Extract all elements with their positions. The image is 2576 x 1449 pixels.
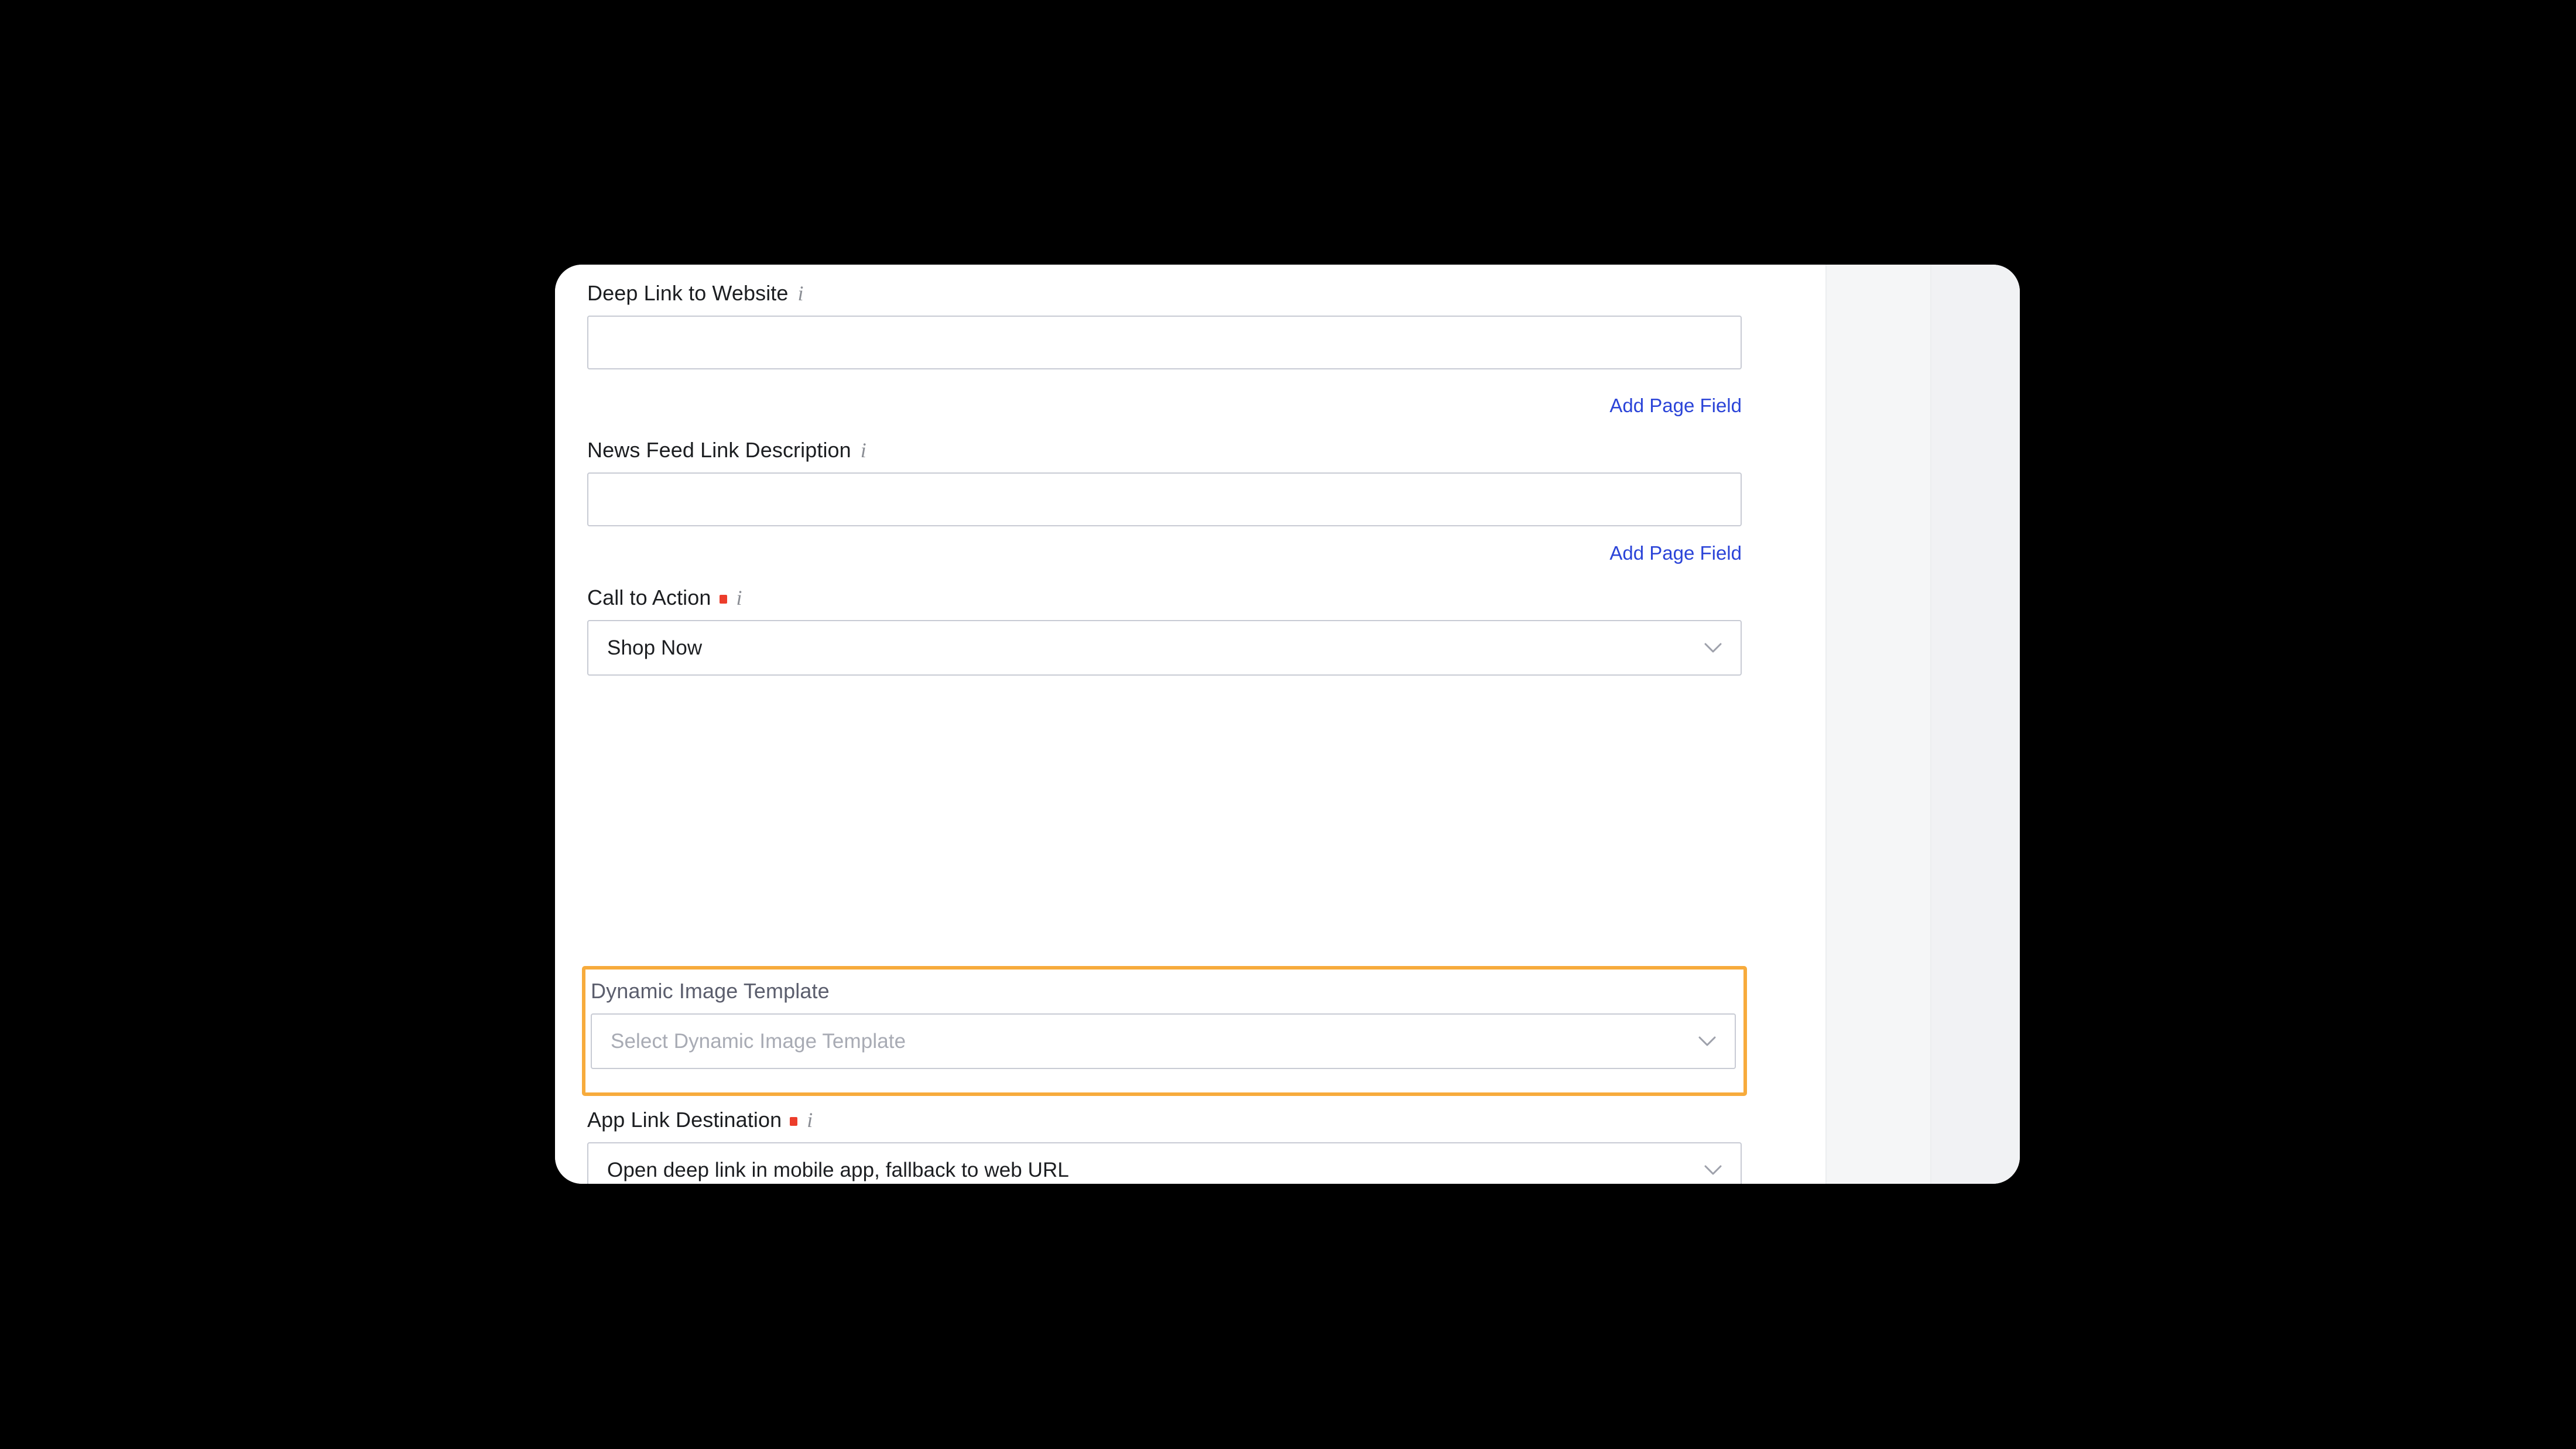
select-value: Open deep link in mobile app, fallback t… <box>607 1158 1069 1181</box>
field-call-to-action: Call to Action i Shop Now <box>587 585 1742 676</box>
form-scroll-pane: Deep Link to Website i Add Page Field Ne… <box>555 265 1825 1184</box>
add-page-field-label[interactable]: Add Page Field <box>1609 542 1742 564</box>
select-placeholder: Select Dynamic Image Template <box>611 1029 906 1053</box>
label-call-to-action: Call to Action i <box>587 585 1742 610</box>
info-italic-i-icon[interactable]: i <box>807 1109 813 1131</box>
add-page-field-label[interactable]: Add Page Field <box>1609 395 1742 416</box>
chevron-down-icon[interactable] <box>1704 1165 1722 1176</box>
panel-gutter <box>1825 265 1930 1184</box>
ad-creative-settings-card: Deep Link to Website i Add Page Field Ne… <box>555 265 2020 1184</box>
required-dot-icon <box>719 594 727 604</box>
input-deep-link-to-website[interactable] <box>587 316 1742 369</box>
panel-right-rail <box>1930 265 2020 1184</box>
label-news-feed-link-description: News Feed Link Description i <box>587 438 1742 463</box>
field-news-feed-link-description: News Feed Link Description i <box>587 438 1742 526</box>
info-italic-i-icon[interactable]: i <box>861 440 866 461</box>
input-news-feed-link-description[interactable] <box>587 472 1742 526</box>
select-app-link-destination[interactable]: Open deep link in mobile app, fallback t… <box>587 1142 1742 1184</box>
select-value: Shop Now <box>607 636 703 659</box>
label-deep-link-to-website: Deep Link to Website i <box>587 281 1742 306</box>
add-page-field-link-deep-link[interactable]: Add Page Field <box>587 395 1742 417</box>
label-text: App Link Destination <box>587 1108 782 1132</box>
label-text: Call to Action <box>587 585 711 609</box>
required-dot-icon <box>790 1116 798 1126</box>
info-italic-i-icon[interactable]: i <box>798 283 804 304</box>
field-dynamic-image-template-highlighted: Dynamic Image Template Select Dynamic Im… <box>582 966 1747 1096</box>
label-text: News Feed Link Description <box>587 438 851 462</box>
select-dynamic-image-template[interactable]: Select Dynamic Image Template <box>591 1013 1736 1069</box>
field-deep-link-to-website: Deep Link to Website i <box>587 281 1742 369</box>
info-italic-i-icon[interactable]: i <box>737 587 742 608</box>
label-app-link-destination: App Link Destination i <box>587 1108 1742 1132</box>
label-text: Dynamic Image Template <box>591 979 830 1003</box>
label-dynamic-image-template: Dynamic Image Template <box>591 979 1743 1003</box>
label-text: Deep Link to Website <box>587 281 789 305</box>
field-app-link-destination: App Link Destination i Open deep link in… <box>587 1108 1742 1184</box>
select-call-to-action[interactable]: Shop Now <box>587 620 1742 676</box>
chevron-down-icon[interactable] <box>1704 643 1722 653</box>
chevron-down-icon[interactable] <box>1698 1036 1716 1047</box>
add-page-field-link-news-feed[interactable]: Add Page Field <box>587 542 1742 564</box>
